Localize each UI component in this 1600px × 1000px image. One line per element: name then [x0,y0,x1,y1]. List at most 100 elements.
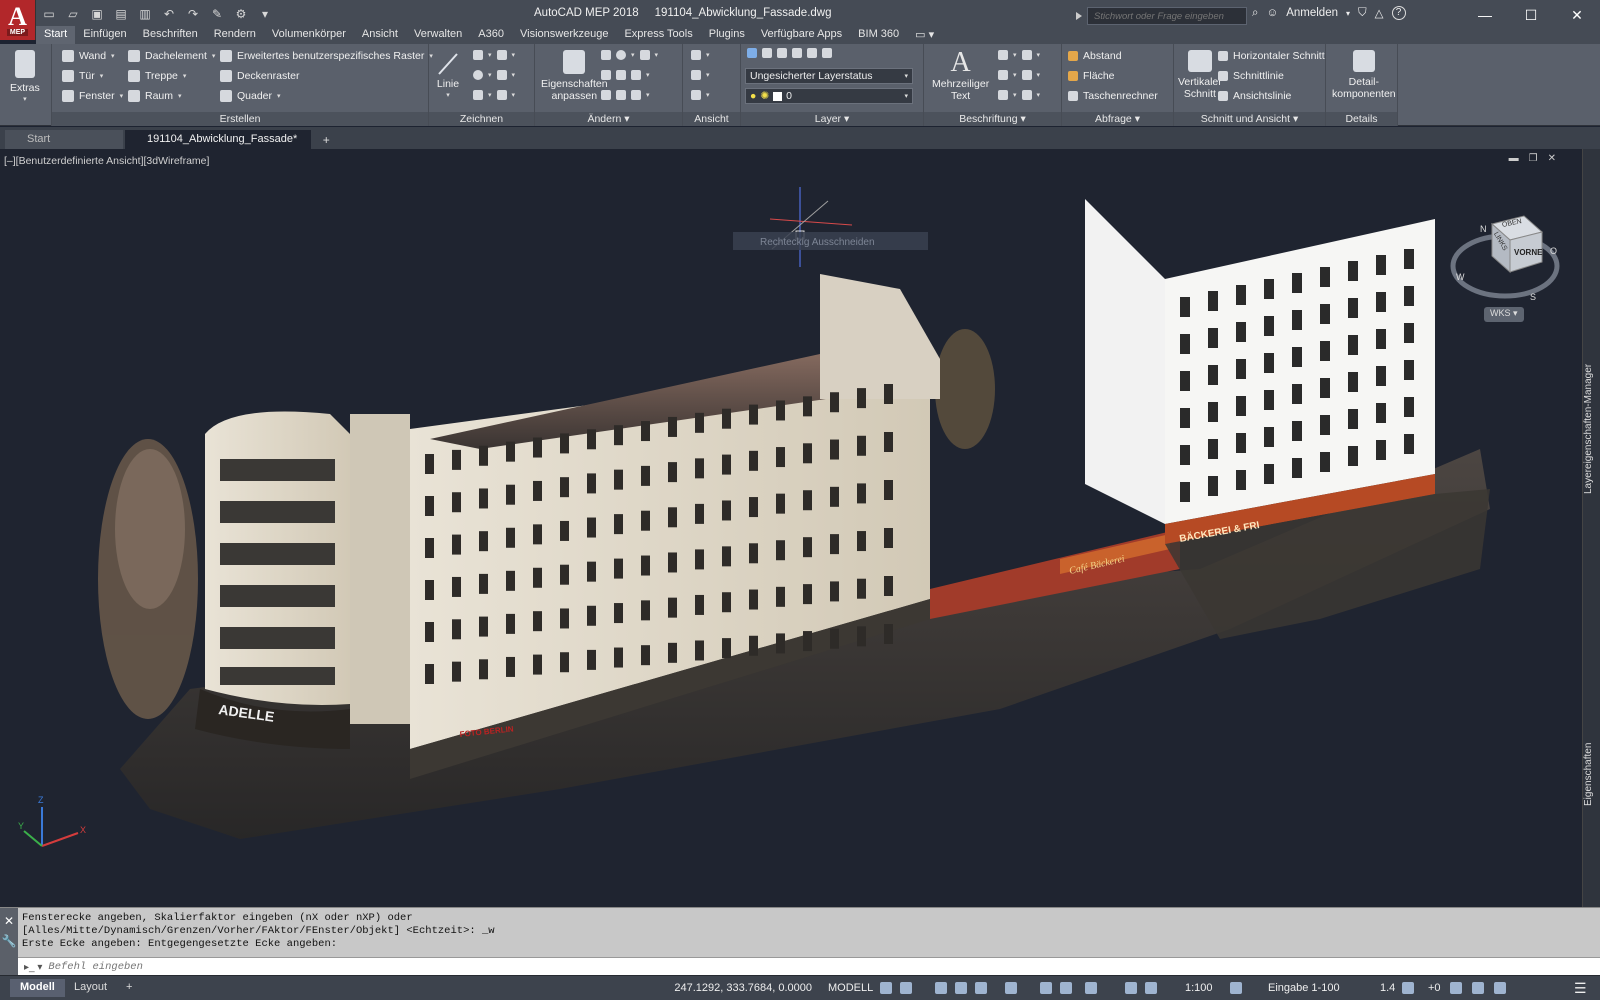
lineweight-icon[interactable] [1040,982,1052,994]
cut-plane-value[interactable]: 1.4 [1380,980,1395,996]
tab-verfuegbare-apps[interactable]: Verfügbare Apps [753,26,850,44]
isolate-objects-icon[interactable] [1450,982,1462,994]
selection-cycling-icon[interactable] [1085,982,1097,994]
close-command-icon[interactable]: ✕ [0,914,18,928]
command-prompt-icon[interactable]: ▸_ ▾ [24,962,42,973]
a360-icon[interactable]: △ [1375,6,1384,20]
elevation-value[interactable]: +0 [1428,980,1441,996]
panel-label-schnitt[interactable]: Schnitt und Ansicht ▾ [1174,112,1325,126]
polar-icon[interactable] [955,982,967,994]
detail-components-button[interactable]: Detail- komponenten [1332,50,1396,100]
coordinate-readout[interactable]: 247.1292, 333.7684, 0.0000 [672,976,812,1000]
rectangle-tool[interactable]: ▾ ▾ [473,90,515,100]
cut-plane-icon[interactable] [1402,982,1414,994]
tab-start[interactable]: Start [36,26,76,44]
annotation-visibility-icon[interactable] [1125,982,1137,994]
leader-tools[interactable]: ▾ ▾ [998,70,1040,80]
help-icon[interactable]: ? [1391,6,1406,20]
panel-label-layer[interactable]: Layer ▾ [741,112,923,126]
application-menu-button[interactable]: A MEP [0,0,36,40]
ortho-icon[interactable] [935,982,947,994]
layer-tool-row[interactable] [747,48,832,58]
viewport-controls-label[interactable]: [–][Benutzerdefinierte Ansicht][3dWirefr… [4,155,209,167]
new-file-icon[interactable]: ▭ [40,5,58,23]
polyline-tool[interactable]: ▾ ▾ [473,50,515,60]
circle-tool[interactable]: ▾ ▾ [473,70,515,80]
roof-slab-button[interactable]: Dachelement ▾ [128,50,215,62]
compass-n[interactable]: N [1480,224,1487,234]
binoculars-icon[interactable]: ⌕ [1252,7,1258,20]
tab-volumenkoerper[interactable]: Volumenkörper [264,26,354,44]
line-button[interactable]: Linie ▾ [435,50,461,102]
panel-label-abfrage[interactable]: Abfrage ▾ [1062,112,1173,126]
transparency-icon[interactable] [1060,982,1072,994]
customize-qat-icon[interactable]: ▾ [256,5,274,23]
save-icon[interactable]: ▣ [88,5,106,23]
view-tool-2[interactable]: ▾ [691,70,710,80]
compass-s[interactable]: S [1530,292,1536,302]
tab-beschriften[interactable]: Beschriften [135,26,206,44]
ceiling-grid-button[interactable]: Deckenraster [220,70,299,82]
undo-icon[interactable]: ↶ [160,5,178,23]
isodraft-icon[interactable] [975,982,987,994]
vertical-section-button[interactable]: Vertikaler Schnitt [1178,50,1222,100]
compass-w[interactable]: W [1456,272,1465,282]
workspace-gear-icon[interactable] [1230,982,1242,994]
viewport-restore-icon[interactable]: ❐ [1529,153,1538,164]
custom-grid-button[interactable]: Erweitertes benutzerspezifisches Raster ▾ [220,50,433,62]
autoscale-icon[interactable] [1145,982,1157,994]
viewcube-front[interactable]: VORNE [1514,248,1542,257]
hardware-acceleration-icon[interactable] [1472,982,1484,994]
redo-icon[interactable]: ↷ [184,5,202,23]
file-tab-start[interactable]: Start [5,130,123,149]
stair-button[interactable]: Treppe ▾ [128,70,186,82]
plot-icon[interactable]: ▥ [136,5,154,23]
door-button[interactable]: Tür ▾ [62,70,103,82]
copy-mirror-tools[interactable]: ▾ [601,70,650,80]
calculator-button[interactable]: Taschenrechner [1068,90,1158,102]
wall-button[interactable]: Wand ▾ [62,50,115,62]
move-rotate-tools[interactable]: ▾ ▾ [601,50,658,60]
section-line-button[interactable]: Schnittlinie [1218,70,1284,82]
osnap-icon[interactable] [1005,982,1017,994]
grid-display-icon[interactable] [880,982,892,994]
save-as-icon[interactable]: ▤ [112,5,130,23]
drawing-viewport[interactable]: ADELLE FOTO BERLIN Café Bäckerei BÄCKERE… [0,149,1582,907]
open-file-icon[interactable]: ▱ [64,5,82,23]
chevron-down-icon[interactable]: ▾ [1346,9,1350,18]
tab-verwalten[interactable]: Verwalten [406,26,470,44]
stretch-scale-tools[interactable]: ▾ [601,90,650,100]
display-scale[interactable]: Eingabe 1-100 [1268,980,1340,996]
horizontal-section-button[interactable]: Horizontaler Schnitt [1218,50,1325,62]
extras-button[interactable]: Extras ▾ [10,50,40,106]
tab-einfuegen[interactable]: Einfügen [75,26,134,44]
new-tab-icon[interactable]: + [317,133,335,149]
elevation-line-button[interactable]: Ansichtslinie [1218,90,1291,102]
view-tool-1[interactable]: ▾ [691,50,710,60]
viewport-minimize-icon[interactable]: ▬ [1509,153,1519,164]
tab-rendern[interactable]: Rendern [206,26,264,44]
distance-button[interactable]: Abstand [1068,50,1122,62]
area-button[interactable]: Fläche [1068,70,1115,82]
tab-a360[interactable]: A360 [470,26,512,44]
layer-dropdown[interactable]: ● ✺ 0 ▾ [745,88,913,104]
workspace-icon[interactable]: ⚙ [232,5,250,23]
search-box[interactable] [1076,7,1247,25]
layer-properties-manager-tab[interactable]: Layereigenschaften-Manager [1583,289,1600,569]
file-tab-active[interactable]: 191104_Abwicklung_Fassade* [125,130,312,149]
tab-bim360[interactable]: BIM 360 [850,26,907,44]
keynote-tools[interactable]: ▾ ▾ [998,90,1040,100]
search-input[interactable] [1094,10,1246,22]
snap-mode-icon[interactable] [900,982,912,994]
box-button[interactable]: Quader ▾ [220,90,281,102]
space-button[interactable]: Raum ▾ [128,90,182,102]
window-button[interactable]: Fenster ▾ [62,90,123,102]
mtext-button[interactable]: A Mehrzeiliger Text [932,48,989,103]
wcs-dropdown[interactable]: WKS ▾ [1484,307,1524,322]
command-input[interactable] [48,961,449,973]
sign-in-link[interactable]: Anmelden [1286,7,1338,19]
match-properties-icon[interactable]: ✎ [208,5,226,23]
annotation-scale[interactable]: 1:100 [1185,980,1213,996]
cart-icon[interactable]: ⛉ [1358,7,1367,20]
model-space-button[interactable]: MODELL [828,980,873,996]
